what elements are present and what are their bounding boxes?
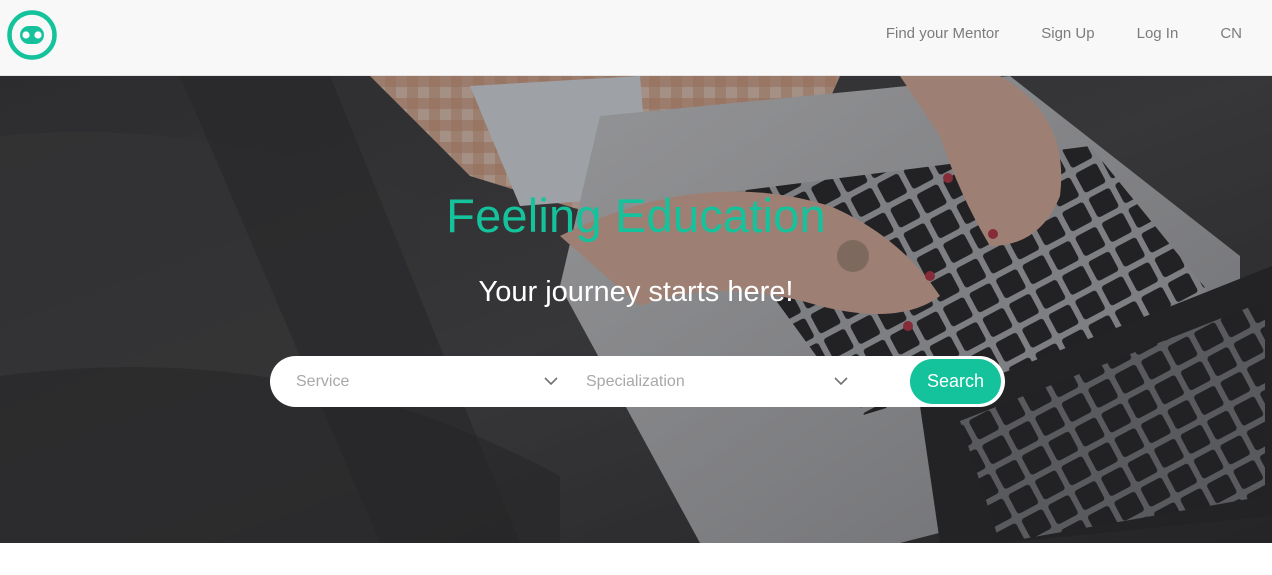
hero-title: Feeling Education bbox=[446, 189, 826, 242]
search-button[interactable]: Search bbox=[910, 359, 1001, 404]
nav-sign-up-link[interactable]: Sign Up bbox=[1041, 25, 1094, 42]
smiley-logo-icon bbox=[7, 10, 57, 60]
nav-log-in-link[interactable]: Log In bbox=[1137, 25, 1179, 42]
hero-subtitle: Your journey starts here! bbox=[478, 276, 794, 308]
site-logo[interactable] bbox=[6, 9, 58, 61]
search-bar: Service Specialization Search bbox=[270, 356, 1005, 407]
hero-dark-overlay bbox=[0, 76, 1272, 543]
service-select[interactable]: Service bbox=[296, 356, 558, 407]
main-nav: Find your Mentor Sign Up Log In CN bbox=[844, 0, 1242, 66]
chevron-down-icon bbox=[544, 377, 558, 386]
specialization-select[interactable]: Specialization bbox=[586, 356, 848, 407]
top-header: Find your Mentor Sign Up Log In CN bbox=[0, 0, 1272, 76]
nav-language-link[interactable]: CN bbox=[1220, 25, 1242, 42]
nav-find-mentor-link[interactable]: Find your Mentor bbox=[886, 25, 999, 42]
hero-section: Feeling Education Your journey starts he… bbox=[0, 76, 1272, 543]
specialization-select-placeholder: Specialization bbox=[586, 372, 685, 390]
service-select-placeholder: Service bbox=[296, 372, 350, 390]
chevron-down-icon bbox=[834, 377, 848, 386]
